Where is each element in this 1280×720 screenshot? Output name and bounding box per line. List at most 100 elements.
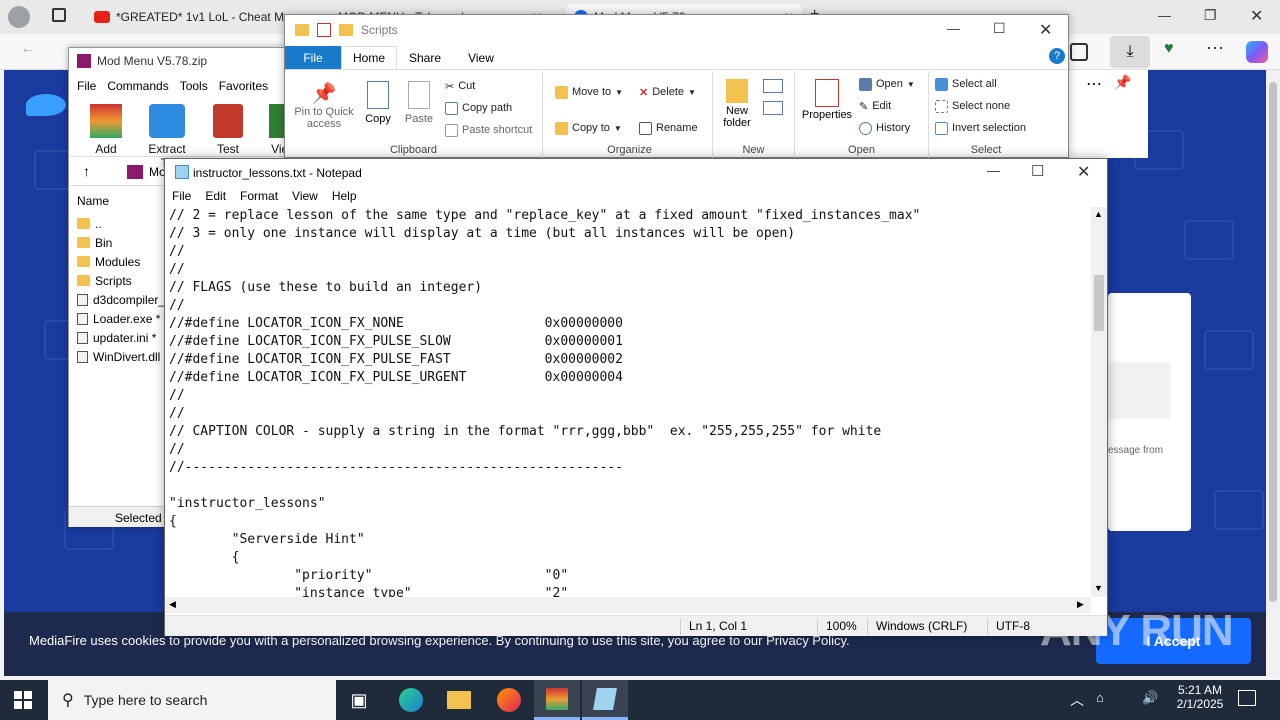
scrollbar-thumb[interactable]: [1269, 82, 1277, 602]
move-to-icon: [555, 85, 568, 99]
clock[interactable]: 5:21 AM 2/1/2025: [1172, 683, 1228, 711]
notepad-minimize-button[interactable]: —: [987, 163, 1000, 178]
download-icon[interactable]: ⤓: [1110, 36, 1150, 68]
page-panel: ⋯ 📌: [1068, 70, 1148, 158]
paste-button[interactable]: Paste: [401, 81, 437, 125]
profile-avatar[interactable]: [8, 6, 30, 28]
notepad-menu-view[interactable]: View: [292, 189, 318, 206]
task-view-icon[interactable]: ▣: [336, 680, 382, 720]
pin-button[interactable]: 📌 Pin to Quick access: [289, 81, 359, 130]
browser-tab-youtube[interactable]: *GREATED* 1v1 LoL - Cheat Me: [86, 4, 286, 30]
properties-button[interactable]: Properties: [799, 79, 855, 121]
help-icon[interactable]: ?: [1049, 48, 1065, 64]
delete-button[interactable]: ✕ Delete ▼: [639, 81, 698, 103]
scrollbar-thumb[interactable]: [1094, 275, 1104, 331]
new-folder-button[interactable]: New folder: [717, 79, 757, 129]
ribbon-group-new: New folder New: [713, 71, 795, 158]
text-line: //: [169, 442, 185, 457]
text-line: //#define LOCATOR_ICON_FX_PULSE_URGENT 0…: [169, 370, 623, 385]
winrar-menu-tools[interactable]: Tools: [180, 79, 208, 93]
edit-button[interactable]: ✎ Edit: [859, 95, 915, 117]
select-none-button[interactable]: Select none: [935, 95, 1026, 117]
winrar-taskbar-icon[interactable]: [534, 680, 580, 720]
easy-access-icon[interactable]: [763, 101, 783, 115]
notepad-menu-edit[interactable]: Edit: [205, 189, 226, 206]
notepad-menu-help[interactable]: Help: [332, 189, 357, 206]
scroll-left-icon[interactable]: ◀: [169, 599, 176, 610]
notepad-menu-format[interactable]: Format: [240, 189, 278, 206]
notifications-icon[interactable]: [1238, 690, 1256, 706]
copilot-icon[interactable]: [1246, 41, 1268, 63]
explorer-maximize-button[interactable]: ☐: [993, 20, 1006, 37]
browser-close-button[interactable]: ✕: [1250, 6, 1263, 26]
collections-icon[interactable]: [1070, 43, 1088, 61]
tab-home[interactable]: Home: [341, 46, 397, 69]
column-name[interactable]: Name: [77, 194, 109, 208]
paste-shortcut-button[interactable]: Paste shortcut: [445, 119, 532, 141]
scroll-up-icon[interactable]: ▲: [1094, 209, 1103, 219]
cut-button[interactable]: ✂ Cut: [445, 75, 532, 97]
rename-button[interactable]: Rename: [639, 117, 698, 139]
back-icon[interactable]: ←: [20, 40, 36, 58]
folder-icon: [295, 24, 309, 36]
winrar-menu-file[interactable]: File: [77, 79, 96, 93]
volume-icon[interactable]: 🔊: [1142, 690, 1158, 706]
tab-actions-icon[interactable]: [52, 8, 66, 22]
browser-restore-button[interactable]: ❐: [1204, 7, 1217, 24]
file-name: d3dcompiler_: [93, 292, 166, 307]
notepad-vertical-scrollbar[interactable]: ▲ ▼: [1091, 207, 1107, 597]
copy-path-button[interactable]: Copy path: [445, 97, 532, 119]
properties-icon: [815, 79, 839, 107]
scroll-down-icon[interactable]: ▼: [1094, 583, 1103, 593]
history-button[interactable]: History: [859, 117, 915, 139]
browser-essentials-icon[interactable]: ♥: [1164, 40, 1174, 58]
edge-taskbar-icon[interactable]: [388, 680, 434, 720]
file-icon: [77, 350, 88, 363]
taskbar-search-box[interactable]: ⚲ Type here to search: [48, 680, 336, 720]
cut-icon: ✂: [445, 80, 455, 93]
open-button[interactable]: Open ▼: [859, 73, 915, 95]
tab-file[interactable]: File: [285, 46, 341, 69]
encoding: UTF-8: [987, 619, 1030, 635]
notepad-horizontal-scrollbar[interactable]: ◀ ▶: [165, 597, 1091, 613]
up-icon[interactable]: ↑: [83, 163, 90, 179]
tab-share[interactable]: Share: [397, 46, 453, 69]
properties-qa-icon[interactable]: [317, 23, 331, 37]
tab-view[interactable]: View: [453, 46, 509, 69]
page-scrollbar[interactable]: [1266, 70, 1280, 676]
more-icon[interactable]: ⋯: [1206, 38, 1224, 59]
copy-to-button[interactable]: Copy to ▼: [555, 117, 623, 139]
pin-icon[interactable]: 📌: [1114, 74, 1131, 91]
select-all-icon: [935, 77, 948, 91]
invert-selection-button[interactable]: Invert selection: [935, 117, 1026, 139]
search-placeholder: Type here to search: [83, 692, 208, 708]
notepad-maximize-button[interactable]: ☐: [1031, 162, 1044, 180]
notepad-text-area[interactable]: // 2 = replace lesson of the same type a…: [169, 207, 1089, 597]
file-explorer-taskbar-icon[interactable]: [436, 680, 482, 720]
file-name: Scripts: [95, 273, 132, 288]
new-item-icon[interactable]: [763, 79, 783, 93]
winrar-menu-favorites[interactable]: Favorites: [219, 79, 268, 93]
notepad-taskbar-icon[interactable]: [582, 680, 628, 720]
firefox-taskbar-icon[interactable]: [486, 680, 532, 720]
new-folder-qa-icon[interactable]: [339, 24, 353, 36]
notepad-status-bar: Ln 1, Col 1 100% Windows (CRLF) UTF-8: [165, 615, 1107, 636]
move-to-button[interactable]: Move to ▼: [555, 81, 623, 103]
text-line: [169, 477, 1089, 495]
browser-minimize-button[interactable]: —: [1158, 8, 1171, 23]
explorer-close-button[interactable]: ✕: [1039, 20, 1052, 40]
tray-chevron-icon[interactable]: ︿: [1070, 690, 1084, 710]
network-icon[interactable]: ⌂: [1096, 690, 1104, 705]
select-all-button[interactable]: Select all: [935, 73, 1026, 95]
explorer-minimize-button[interactable]: —: [947, 21, 960, 36]
more-icon[interactable]: ⋯: [1086, 74, 1102, 94]
notepad-close-button[interactable]: ✕: [1077, 162, 1090, 182]
copy-button[interactable]: Copy: [361, 81, 395, 125]
winrar-menu-commands[interactable]: Commands: [107, 79, 168, 93]
scroll-right-icon[interactable]: ▶: [1077, 599, 1084, 610]
notepad-title-bar: instructor_lessons.txt - Notepad — ☐ ✕: [165, 159, 1107, 186]
start-icon[interactable]: [14, 691, 32, 709]
invert-selection-icon: [935, 121, 948, 135]
test-icon: [213, 104, 243, 138]
notepad-menu-file[interactable]: File: [172, 189, 191, 206]
